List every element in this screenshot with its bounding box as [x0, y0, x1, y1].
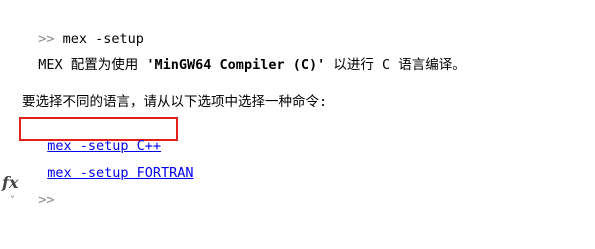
result-suffix: 以进行 C 语言编译。	[325, 57, 466, 73]
active-prompt-symbol: >>	[38, 192, 55, 208]
result-line: MEX 配置为使用 'MinGW64 Compiler (C)' 以进行 C 语…	[22, 40, 465, 73]
chevron-down-icon: ⌄	[10, 190, 15, 199]
result-prefix: MEX 配置为使用	[38, 57, 147, 73]
option-row-cpp: mex -setup C++	[31, 121, 161, 154]
mex-setup-fortran-link[interactable]: mex -setup FORTRAN	[47, 165, 193, 181]
option-row-fortran: mex -setup FORTRAN	[31, 148, 193, 181]
active-prompt-line[interactable]: >>	[22, 175, 54, 208]
command-history-line: >> mex -setup	[22, 14, 144, 47]
compiler-name: 'MinGW64 Compiler (C)'	[146, 57, 326, 73]
choose-language-text: 要选择不同的语言，请从以下选项中选择一种命令:	[22, 94, 328, 110]
